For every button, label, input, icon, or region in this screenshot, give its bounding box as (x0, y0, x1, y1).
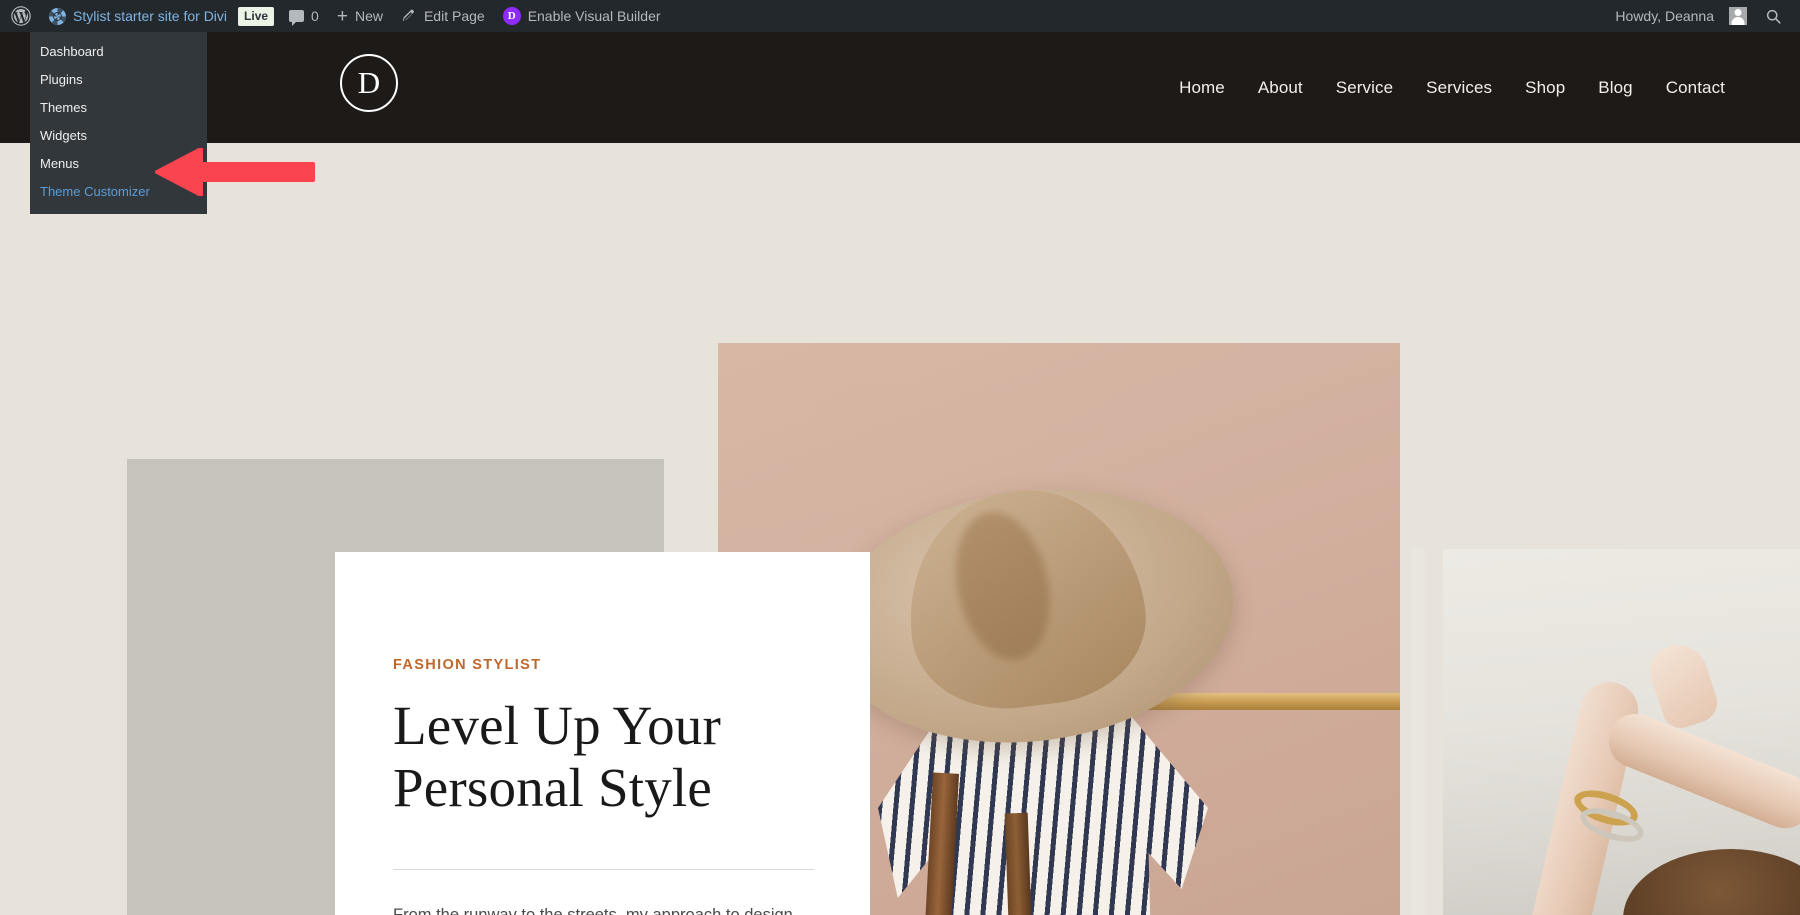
live-status-badge: Live (238, 6, 275, 26)
dropdown-item-dashboard[interactable]: Dashboard (30, 38, 207, 66)
nav-item-contact[interactable]: Contact (1666, 78, 1725, 98)
admin-bar-right-group: Howdy, Deanna (1606, 0, 1800, 32)
wp-logo-button[interactable] (0, 0, 41, 32)
hero-headline-line1: Level Up Your (393, 695, 722, 756)
comments-count: 0 (311, 8, 319, 24)
pencil-icon (401, 8, 417, 24)
visual-builder-label: Enable Visual Builder (527, 8, 661, 24)
admin-search-button[interactable] (1756, 0, 1800, 32)
hero-divider (393, 869, 814, 871)
divi-circle-logo[interactable]: D (340, 54, 398, 112)
edit-page-label: Edit Page (423, 8, 485, 24)
my-account-menu[interactable]: Howdy, Deanna (1606, 0, 1756, 32)
hero-body-text: From the runway to the streets, my appro… (393, 902, 805, 915)
nav-item-service[interactable]: Service (1336, 78, 1393, 98)
red-arrow-annotation (155, 147, 315, 197)
edit-page-button[interactable]: Edit Page (392, 0, 494, 32)
howdy-label: Howdy, Deanna (1615, 8, 1714, 24)
dropdown-item-widgets[interactable]: Widgets (30, 122, 207, 150)
hair (1623, 849, 1800, 915)
hero-right-image (1443, 549, 1800, 915)
hero-headline: Level Up Your Personal Style (393, 695, 814, 819)
comments-button[interactable]: 0 (280, 0, 328, 32)
new-content-menu[interactable]: + New (328, 0, 392, 32)
hero-headline-line2: Personal Style (393, 757, 713, 819)
divi-logo-icon: D (502, 7, 521, 25)
hero-section: FASHION STYLIST Level Up Your Personal S… (0, 143, 1800, 915)
user-avatar-icon (1729, 7, 1747, 25)
hero-text-card: FASHION STYLIST Level Up Your Personal S… (335, 552, 870, 915)
live-badge-wrapper: Live (236, 0, 280, 32)
hero-eyebrow: FASHION STYLIST (393, 657, 542, 673)
enable-visual-builder-button[interactable]: D Enable Visual Builder (494, 0, 670, 32)
new-label: New (354, 8, 383, 24)
nav-item-shop[interactable]: Shop (1525, 78, 1565, 98)
site-header: D Home About Service Services Shop Blog … (0, 32, 1800, 143)
comment-bubble-icon (289, 10, 305, 26)
hero-right-gutter (1411, 549, 1425, 915)
nav-item-home[interactable]: Home (1179, 78, 1225, 98)
nav-item-about[interactable]: About (1258, 78, 1303, 98)
dropdown-item-plugins[interactable]: Plugins (30, 66, 207, 94)
nav-item-services[interactable]: Services (1426, 78, 1492, 98)
hand (1643, 637, 1723, 733)
search-icon (1765, 8, 1782, 25)
site-name-label: Stylist starter site for Divi (73, 8, 228, 24)
divi-site-icon (49, 7, 66, 25)
plus-icon: + (336, 5, 348, 27)
wordpress-logo-icon (11, 6, 31, 26)
wp-admin-bar: Stylist starter site for Divi Live 0 + N… (0, 0, 1800, 32)
primary-navigation: Home About Service Services Shop Blog Co… (1179, 32, 1725, 143)
site-name-menu[interactable]: Stylist starter site for Divi (41, 0, 236, 32)
dropdown-item-themes[interactable]: Themes (30, 94, 207, 122)
nav-item-blog[interactable]: Blog (1598, 78, 1632, 98)
